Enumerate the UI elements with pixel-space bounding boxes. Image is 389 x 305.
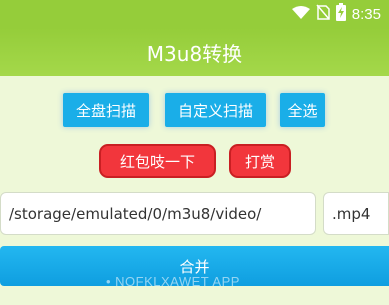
status-bar: 8:35	[0, 0, 389, 28]
red-packet-button[interactable]: 红包吱一下	[99, 144, 216, 178]
select-all-button[interactable]: 全选	[280, 93, 325, 127]
main-content: 全盘扫描 自定义扫描 全选 红包吱一下 打赏 /storage/emulated…	[0, 76, 389, 305]
extension-input[interactable]: .mp4	[323, 192, 389, 235]
custom-scan-button[interactable]: 自定义扫描	[165, 93, 266, 127]
app-title: M3u8转换	[146, 41, 243, 66]
status-icons: 8:35	[291, 3, 381, 25]
full-scan-button[interactable]: 全盘扫描	[63, 93, 149, 127]
watermark-text: • NOFKLXAWET APP	[106, 274, 240, 289]
wifi-icon	[291, 5, 310, 24]
path-input[interactable]: /storage/emulated/0/m3u8/video/	[0, 192, 316, 235]
app-bar: M3u8转换	[0, 28, 389, 76]
path-input-value: /storage/emulated/0/m3u8/video/	[9, 204, 262, 223]
no-sim-icon	[316, 4, 330, 24]
extension-input-value: .mp4	[332, 204, 371, 223]
battery-charging-icon	[335, 3, 346, 25]
reward-button[interactable]: 打赏	[229, 144, 291, 178]
status-time: 8:35	[351, 5, 381, 23]
